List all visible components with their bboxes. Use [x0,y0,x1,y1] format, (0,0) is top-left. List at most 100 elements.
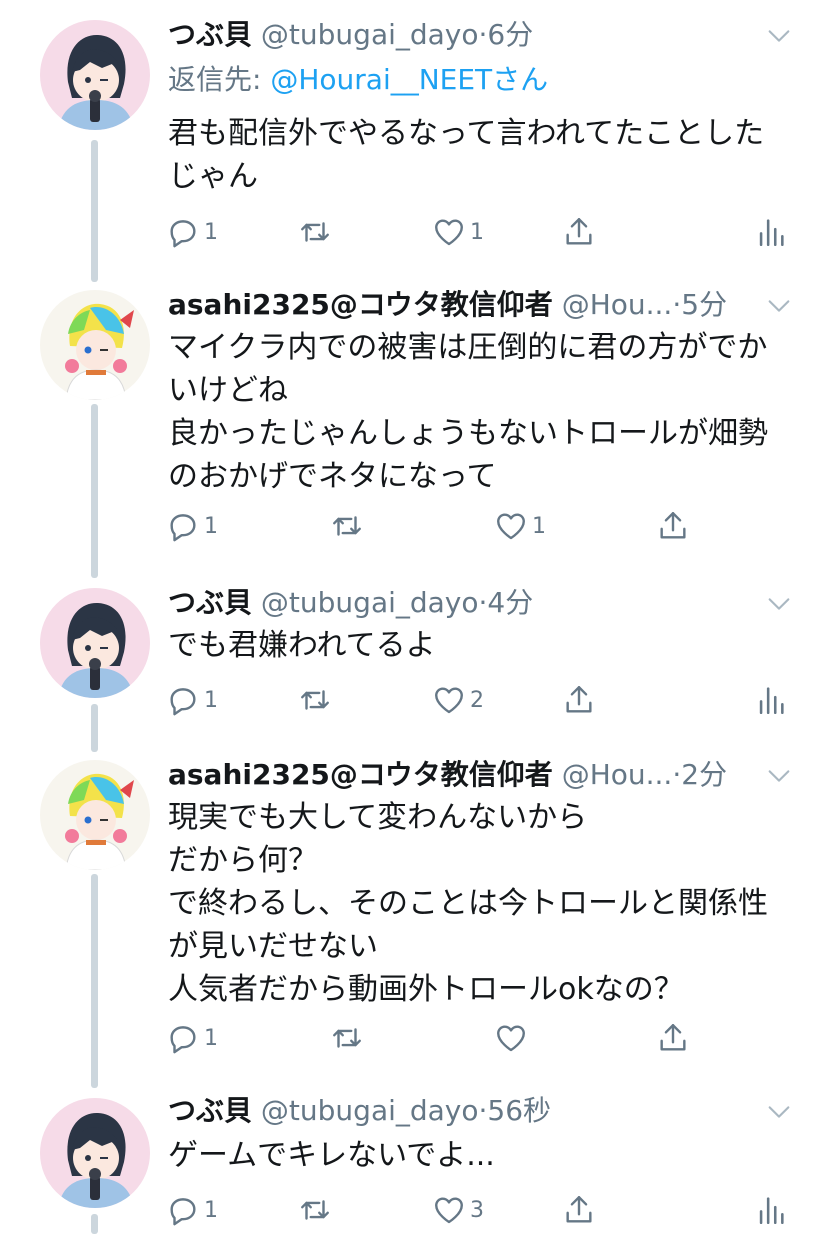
like-count: 3 [470,1197,484,1223]
reply-button[interactable]: 1 [166,210,218,254]
display-name[interactable]: つぶ貝 [168,1094,252,1127]
display-name[interactable]: つぶ貝 [168,586,252,619]
share-button[interactable] [562,210,596,254]
separator-dot: · [672,758,682,791]
reply-count: 1 [204,687,218,713]
share-icon [656,1021,690,1055]
retweet-button[interactable] [298,678,336,722]
tweet-text: ゲームでキレないでよ... [168,1134,787,1177]
retweet-button[interactable] [330,1016,368,1060]
user-handle[interactable]: @Hou... [562,758,673,791]
tweet[interactable]: asahi2325@コウタ教信仰者 @Hou...·5分 マイクラ内での被害は圧… [0,282,827,578]
retweet-button[interactable] [298,210,336,254]
analytics-icon [754,1193,788,1227]
analytics-button[interactable] [754,678,788,722]
retweet-button[interactable] [330,504,368,548]
share-button[interactable] [562,678,596,722]
avatar[interactable] [40,1098,150,1208]
tweet-text-line: 現実でも大して変わんないから [168,800,588,835]
tweet-text-line: マイクラ内での被害は圧倒的に君の方がでか [168,330,768,365]
share-button[interactable] [656,504,690,548]
tweet-text-line: いけどね [168,373,288,408]
reply-count: 1 [204,1025,218,1051]
chevron-down-icon[interactable] [765,22,793,50]
like-button[interactable] [494,1016,532,1060]
retweet-button[interactable] [298,1188,336,1232]
user-handle[interactable]: @tubugai_dayo [261,18,479,51]
tweet-text-line: が見いだせない [168,929,378,964]
timestamp[interactable]: 56秒 [487,1094,551,1127]
reply-button[interactable]: 1 [166,1188,218,1232]
display-name[interactable]: asahi2325@コウタ教信仰者 [168,758,553,791]
analytics-icon [754,215,788,249]
timestamp[interactable]: 2分 [681,758,727,791]
like-button[interactable]: 1 [494,504,546,548]
tweet[interactable]: つぶ貝 @tubugai_dayo·56秒 ゲームでキレないでよ... 1 3 [0,1090,827,1235]
avatar[interactable] [40,760,150,870]
tweet[interactable]: つぶ貝 @tubugai_dayo·4分 でも君嫌われてるよ 1 2 [0,578,827,752]
avatar[interactable] [40,290,150,400]
like-count: 1 [532,513,546,539]
tweet-text-line: 人気者だから動画外トロールokなの？ [168,972,684,1007]
chevron-down-icon[interactable] [765,292,793,320]
like-button[interactable]: 3 [432,1188,484,1232]
like-count: 2 [470,687,484,713]
tweet[interactable]: つぶ貝 @tubugai_dayo·6分 返信先: @Hourai__NEETさ… [0,0,827,282]
display-name[interactable]: asahi2325@コウタ教信仰者 [168,288,553,321]
tweet-actions: 1 [166,1016,787,1060]
user-handle[interactable]: @Hou... [562,288,673,321]
share-button[interactable] [656,1016,690,1060]
share-icon [562,1193,596,1227]
reply-icon [166,215,200,249]
timestamp[interactable]: 4分 [487,586,533,619]
tweet-text-line: じゃん [168,159,258,194]
tweet-header: つぶ貝 @tubugai_dayo·6分 [168,14,767,56]
avatar[interactable] [40,20,150,130]
retweet-icon [330,509,364,543]
tweet-text-line: 良かったじゃんしょうもないトロールが畑勢 [168,416,768,451]
tweet-actions: 1 2 [166,678,787,722]
like-button[interactable]: 1 [432,210,484,254]
reply-button[interactable]: 1 [166,678,218,722]
tweet-actions: 1 3 [166,1188,787,1232]
tweet[interactable]: asahi2325@コウタ教信仰者 @Hou...·2分 現実でも大して変わんな… [0,752,827,1090]
user-handle[interactable]: @tubugai_dayo [261,586,479,619]
avatar[interactable] [40,588,150,698]
share-button[interactable] [562,1188,596,1232]
share-icon [562,683,596,717]
chevron-down-icon[interactable] [765,1098,793,1126]
reply-count: 1 [204,513,218,539]
reply-icon [166,509,200,543]
separator-dot: · [672,288,682,321]
tweet-text-line: 君も配信外でやるなって言われてたことした [168,116,765,151]
reply-button[interactable]: 1 [166,1016,218,1060]
timestamp[interactable]: 5分 [681,288,727,321]
like-count: 1 [470,219,484,245]
chevron-down-icon[interactable] [765,762,793,790]
retweet-icon [298,1193,332,1227]
tweet-actions: 1 1 [166,210,787,254]
reply-button[interactable]: 1 [166,504,218,548]
chevron-down-icon[interactable] [765,590,793,618]
timestamp[interactable]: 6分 [487,18,533,51]
like-icon [432,215,466,249]
reply-icon [166,683,200,717]
tweet-header: asahi2325@コウタ教信仰者 @Hou...·2分 [168,754,767,796]
analytics-button[interactable] [754,210,788,254]
analytics-button[interactable] [754,1188,788,1232]
retweet-icon [298,215,332,249]
reply-count: 1 [204,219,218,245]
reply-count: 1 [204,1197,218,1223]
tweet-header: つぶ貝 @tubugai_dayo·4分 [168,582,767,624]
tweet-text-line: だから何？ [168,843,318,878]
reply-to-label: 返信先: [168,63,271,96]
tweet-text: 現実でも大して変わんないから だから何？ で終わるし、そのことは今トロールと関係… [168,796,787,1011]
display-name[interactable]: つぶ貝 [168,18,252,51]
tweet-header: asahi2325@コウタ教信仰者 @Hou...·5分 [168,284,767,326]
reply-to-link[interactable]: @Hourai__NEETさん [270,63,548,96]
like-button[interactable]: 2 [432,678,484,722]
user-handle[interactable]: @tubugai_dayo [261,1094,479,1127]
tweet-actions: 1 1 [166,504,787,548]
like-icon [494,509,528,543]
tweet-text: 君も配信外でやるなって言われてたことした じゃん [168,112,787,198]
